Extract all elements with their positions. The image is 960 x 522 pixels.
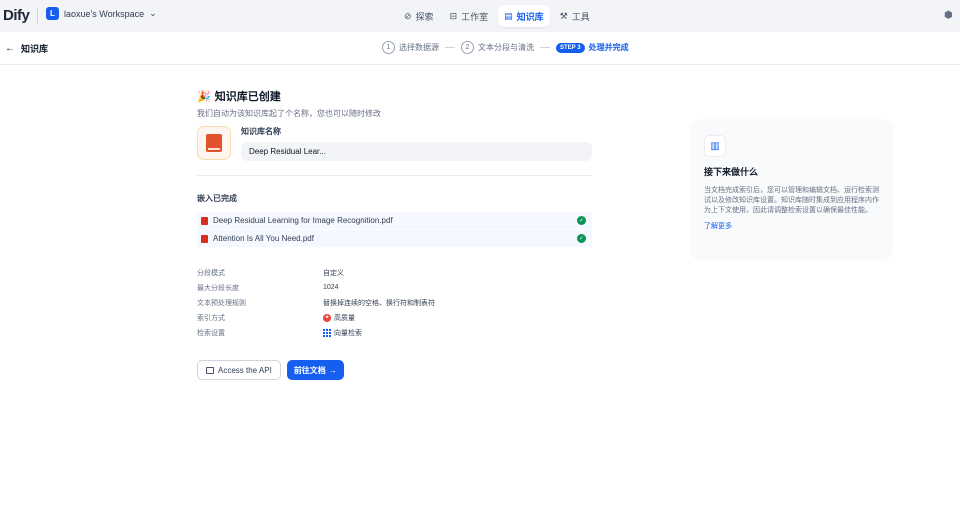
stepper: 1 选择数据源 2 文本分段与清洗 STEP 3 处理并完成 — [382, 41, 629, 54]
book-open-icon: ▥ — [704, 135, 726, 157]
sub-header: ← 知识库 1 选择数据源 2 文本分段与清洗 STEP 3 处理并完成 — [0, 32, 960, 65]
prop-label: 检索设置 — [197, 329, 225, 337]
nav-studio[interactable]: ⊟ 工作室 — [444, 5, 495, 27]
top-bar: Dify L laoxue's Workspace ⌄ ⊘ 探索 ⊟ 工作室 ▤… — [0, 0, 960, 32]
go-to-document-button[interactable]: 前往文档 → — [286, 360, 344, 380]
page-title: 🎉 知识库已创建 — [197, 88, 597, 104]
chevron-down-icon: ⌄ — [149, 8, 157, 18]
step-1: 1 选择数据源 — [382, 41, 439, 54]
back-button[interactable]: ← 知识库 — [5, 42, 48, 55]
check-circle-icon: ✓ — [577, 234, 586, 243]
divider — [197, 175, 592, 176]
arrow-left-icon: ← — [5, 43, 15, 54]
prop-value: 自定义 — [323, 269, 344, 277]
step-3: STEP 3 处理并完成 — [556, 42, 629, 53]
prop-row: 最大分段长度 1024 — [197, 280, 597, 295]
step-2: 2 文本分段与清洗 — [461, 41, 534, 54]
prop-value: ✦ 高质量 — [323, 313, 355, 323]
go-to-document-label: 前往文档 — [293, 365, 326, 375]
nav-tools[interactable]: ⚒ 工具 — [554, 5, 596, 27]
prop-value: 替换掉连续的空格、换行符和制表符 — [323, 299, 435, 307]
next-steps-title: 接下来做什么 — [704, 167, 759, 177]
kb-icon[interactable] — [197, 126, 231, 160]
arrow-right-icon: → — [328, 365, 337, 375]
file-list: Deep Residual Learning for Image Recogni… — [197, 212, 597, 247]
workspace-avatar: L — [46, 7, 59, 20]
title-text: 知识库已创建 — [214, 91, 281, 103]
settings-summary: 分段模式 自定义 最大分段长度 1024 文本预处理规则 替换掉连续的空格、换行… — [197, 265, 597, 340]
prop-row: 索引方式 ✦ 高质量 — [197, 310, 597, 325]
prop-value: 1024 — [323, 284, 339, 291]
prop-label: 分段模式 — [197, 269, 225, 277]
pdf-icon — [201, 234, 208, 243]
embedding-status-title: 嵌入已完成 — [197, 194, 237, 203]
book-icon — [206, 134, 222, 152]
creation-result: 🎉 知识库已创建 我们自动为该知识库起了个名称，您也可以随时修改 知识库名称 D… — [197, 88, 597, 380]
step-label: 选择数据源 — [399, 43, 439, 52]
step-connector — [540, 47, 550, 48]
prop-value-text: 高质量 — [334, 314, 355, 322]
workspace-name: laoxue's Workspace — [64, 8, 145, 19]
prop-row: 分段模式 自定义 — [197, 265, 597, 280]
prop-value: 向量检索 — [323, 328, 362, 338]
kb-name-row: 知识库名称 Deep Residual Lear... — [197, 126, 597, 161]
star-icon: ✦ — [323, 313, 331, 322]
page-subtitle: 我们自动为该知识库起了个名称，您也可以随时修改 — [197, 109, 381, 118]
workspace-switcher[interactable]: L laoxue's Workspace ⌄ — [46, 7, 157, 20]
file-item[interactable]: Attention Is All You Need.pdf ✓ — [197, 230, 592, 247]
step-number: 1 — [382, 41, 395, 54]
nav-tools-label: 工具 — [571, 11, 590, 22]
nav-explore-label: 探索 — [415, 11, 434, 22]
grid-icon — [323, 328, 331, 337]
tools-icon: ⚒ — [559, 10, 568, 21]
nav-explore[interactable]: ⊘ 探索 — [398, 5, 440, 27]
compass-icon: ⊘ — [404, 10, 412, 21]
party-popper-icon: 🎉 — [197, 90, 211, 103]
divider — [37, 8, 38, 24]
main-nav: ⊘ 探索 ⊟ 工作室 ▤ 知识库 ⚒ 工具 — [398, 5, 596, 27]
kb-name-label: 知识库名称 — [241, 127, 281, 136]
next-steps-panel: ▥ 接下来做什么 当文档完成索引后，您可以管理和编辑文档、运行检索测试以及修改知… — [690, 119, 893, 260]
action-buttons: Access the API 前往文档 → — [197, 360, 597, 380]
step-connector — [445, 47, 455, 48]
book-icon: ▤ — [504, 10, 513, 21]
access-api-button[interactable]: Access the API — [197, 360, 281, 380]
check-circle-icon: ✓ — [577, 216, 586, 225]
cube-icon[interactable]: ⬢ — [944, 10, 953, 21]
step-label: 处理并完成 — [588, 43, 629, 52]
next-steps-text: 当文档完成索引后，您可以管理和编辑文档、运行检索测试以及修改知识库设置。知识库随… — [704, 187, 879, 214]
step-badge: STEP 3 — [556, 42, 585, 53]
prop-row: 文本预处理规则 替换掉连续的空格、换行符和制表符 — [197, 295, 597, 310]
prop-label: 文本预处理规则 — [197, 299, 246, 307]
terminal-icon — [206, 366, 214, 374]
access-api-label: Access the API — [218, 365, 272, 375]
robot-icon: ⊟ — [449, 10, 458, 21]
file-name: Attention Is All You Need.pdf — [213, 234, 314, 243]
prop-row: 检索设置 向量检索 — [197, 325, 597, 340]
kb-name-group: 知识库名称 Deep Residual Lear... — [241, 126, 592, 161]
step-label: 文本分段与清洗 — [478, 43, 534, 52]
pdf-icon — [201, 216, 208, 225]
nav-knowledge-label: 知识库 — [516, 11, 544, 22]
prop-label: 索引方式 — [197, 314, 225, 322]
step-number: 2 — [461, 41, 474, 54]
kb-name-input[interactable]: Deep Residual Lear... — [241, 142, 592, 161]
prop-label: 最大分段长度 — [197, 284, 239, 292]
nav-studio-label: 工作室 — [461, 11, 489, 22]
nav-knowledge[interactable]: ▤ 知识库 — [498, 5, 550, 27]
prop-value-text: 向量检索 — [334, 329, 362, 337]
file-item[interactable]: Deep Residual Learning for Image Recogni… — [197, 212, 592, 229]
back-label: 知识库 — [21, 44, 49, 54]
learn-more-link[interactable]: 了解更多 — [704, 221, 879, 231]
file-name: Deep Residual Learning for Image Recogni… — [213, 216, 393, 225]
logo[interactable]: Dify — [3, 7, 30, 24]
